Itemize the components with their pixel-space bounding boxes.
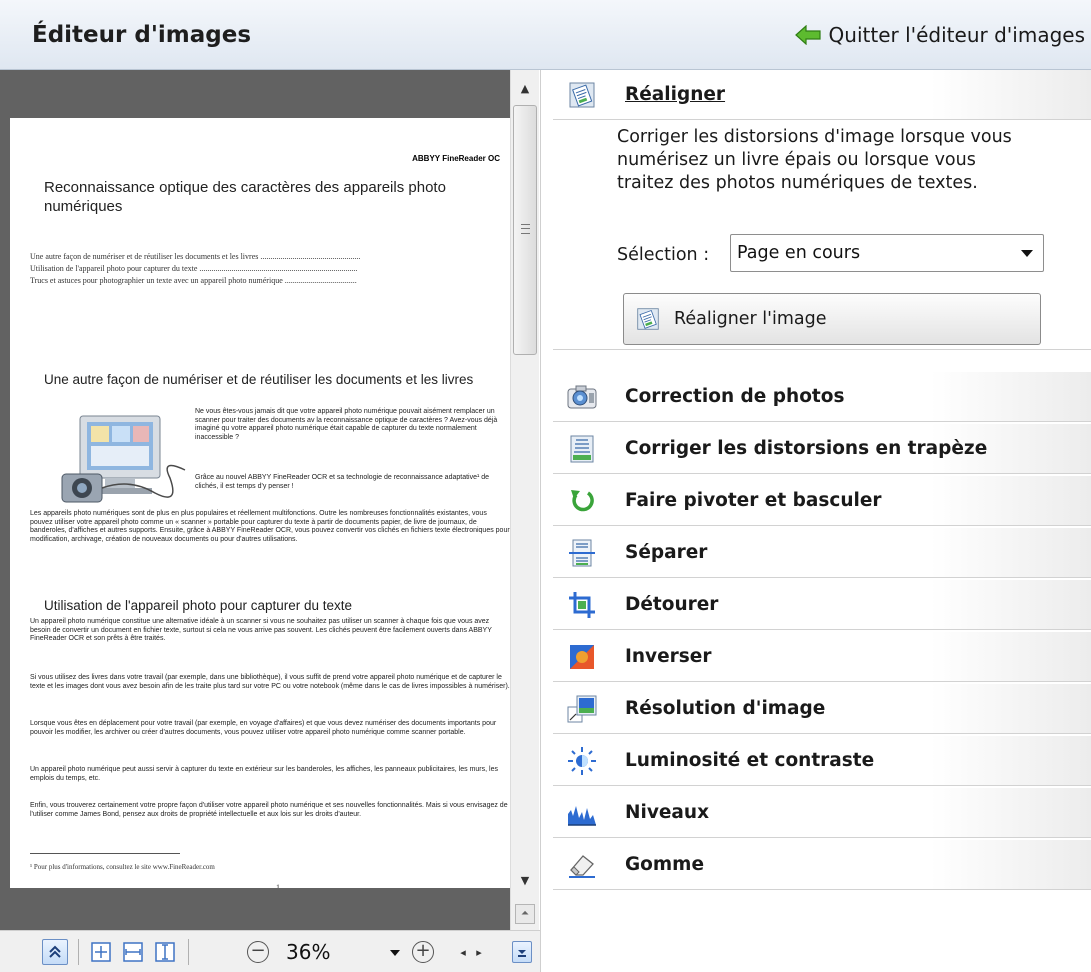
scroll-down-arrow-icon[interactable]: ▼: [511, 870, 539, 890]
section-label: Détourer: [625, 594, 719, 615]
previous-page-button[interactable]: ⏶: [515, 904, 535, 924]
page-preview[interactable]: ABBYY FineReader OC Reconnaissance optiq…: [0, 70, 510, 930]
rotate-icon: [567, 487, 597, 515]
scroll-up-arrow-icon[interactable]: ▲: [511, 78, 539, 98]
paragraph: Un appareil photo numérique constitue un…: [30, 618, 492, 642]
camera-computer-illustration: [61, 415, 186, 503]
crop-icon: [567, 591, 597, 619]
section-rotate-flip[interactable]: Faire pivoter et basculer: [553, 476, 1091, 526]
section-label: Niveaux: [625, 802, 710, 823]
section-realign-header[interactable]: Réaligner: [553, 70, 1091, 120]
realign-panel-body: Corriger les distorsions d'image lorsque…: [553, 120, 1091, 350]
plus-icon: +: [412, 941, 434, 963]
section-label: Corriger les distorsions en trapèze: [625, 438, 988, 459]
table-of-contents: Une autre façon de numériser et de réuti…: [30, 251, 500, 287]
levels-icon: [567, 799, 597, 827]
page-number: 1: [276, 883, 280, 888]
section-label: Faire pivoter et basculer: [625, 490, 882, 511]
toolbar-separator: [188, 939, 189, 965]
scroll-right-button[interactable]: ▸: [472, 939, 486, 965]
toc-entry: Une autre façon de numériser et de réuti…: [30, 252, 361, 261]
editor-header: Éditeur d'images Quitter l'éditeur d'ima…: [0, 0, 1091, 70]
paragraph: Un appareil photo numérique peut aussi s…: [30, 766, 498, 782]
deskew-icon: [637, 308, 659, 330]
section-label: Inverser: [625, 646, 712, 667]
paragraph: Ne vous êtes-vous jamais dit que votre a…: [195, 408, 498, 441]
section-brightness-contrast[interactable]: Luminosité et contraste: [553, 736, 1091, 786]
section-levels[interactable]: Niveaux: [553, 788, 1091, 838]
split-icon: [567, 539, 597, 567]
page-title: Éditeur d'images: [32, 22, 252, 48]
preview-scrollbar[interactable]: ▲ ▼ ⏶: [510, 70, 539, 930]
section-crop[interactable]: Détourer: [553, 580, 1091, 630]
paragraph: Lorsque vous êtes en déplacement pour vo…: [30, 720, 497, 736]
minus-icon: −: [247, 941, 269, 963]
zoom-value: 36%: [286, 940, 331, 964]
grip-icon: [521, 224, 530, 234]
toc-entry: Trucs et astuces pour photographier un t…: [30, 276, 357, 285]
footnote-divider: [30, 853, 180, 854]
footnote: ¹ Pour plus d'informations, consultez le…: [30, 863, 215, 871]
section-label: Résolution d'image: [625, 698, 826, 719]
preview-toolbar: − 36% + ◂ ▸: [0, 930, 540, 972]
paragraph: Les appareils photo numériques sont de p…: [30, 510, 510, 543]
realign-description: Corriger les distorsions d'image lorsque…: [617, 127, 1012, 193]
resolution-icon: [567, 695, 597, 723]
deskew-icon: [567, 81, 597, 109]
invert-icon: [567, 643, 597, 671]
section-label: Luminosité et contraste: [625, 750, 875, 771]
section-label: Correction de photos: [625, 386, 845, 407]
section-heading: Utilisation de l'appareil photo pour cap…: [44, 598, 353, 613]
double-chevron-up-icon: [49, 945, 61, 958]
zoom-select[interactable]: 36%: [282, 938, 400, 966]
next-page-icon: [518, 950, 526, 957]
section-title: Réaligner: [625, 84, 726, 105]
back-arrow-icon: [794, 25, 821, 45]
document-title: Reconnaissance optique des caractères de…: [44, 179, 446, 215]
camera-icon: [567, 383, 597, 411]
zoom-out-button[interactable]: −: [245, 939, 271, 965]
realign-image-label: Réaligner l'image: [674, 309, 827, 329]
fit-width-button[interactable]: [120, 939, 146, 965]
section-label: Séparer: [625, 542, 708, 563]
next-page-button[interactable]: [512, 941, 532, 963]
chevron-down-icon: [390, 950, 400, 956]
section-photo-correction[interactable]: Correction de photos: [553, 372, 1091, 422]
selection-value: Page en cours: [737, 243, 861, 263]
toc-entry: Utilisation de l'appareil photo pour cap…: [30, 264, 358, 273]
paragraph: Si vous utilisez des livres dans votre t…: [30, 674, 510, 690]
section-eraser[interactable]: Gomme: [553, 840, 1091, 890]
paragraph: Enfin, vous trouverez certainement votre…: [30, 802, 508, 818]
document-page: ABBYY FineReader OC Reconnaissance optiq…: [10, 118, 510, 888]
fit-width-icon: [123, 942, 143, 962]
selection-label: Sélection :: [617, 245, 710, 265]
section-split[interactable]: Séparer: [553, 528, 1091, 578]
fit-page-icon: [91, 942, 111, 962]
section-label: Gomme: [625, 854, 704, 875]
toolbar-separator: [78, 939, 79, 965]
scrollbar-thumb[interactable]: [513, 105, 537, 355]
zoom-in-button[interactable]: +: [410, 939, 436, 965]
collapse-toolbar-button[interactable]: [42, 939, 68, 965]
section-trapezoid-correction[interactable]: Corriger les distorsions en trapèze: [553, 424, 1091, 474]
section-heading: Une autre façon de numériser et de réuti…: [44, 372, 474, 387]
paragraph: Grâce au nouvel ABBYY FineReader OCR et …: [195, 474, 490, 490]
selection-dropdown[interactable]: Page en cours: [730, 234, 1044, 272]
chevron-down-icon: [1021, 250, 1033, 257]
trapezoid-icon: [567, 435, 597, 463]
eraser-icon: [567, 851, 597, 879]
fit-page-button[interactable]: [88, 939, 114, 965]
realign-image-button[interactable]: Réaligner l'image: [623, 293, 1041, 345]
fit-height-icon: [155, 942, 175, 962]
section-resolution[interactable]: Résolution d'image: [553, 684, 1091, 734]
tools-panel: Réaligner Corriger les distorsions d'ima…: [540, 70, 1091, 972]
quit-editor-button[interactable]: Quitter l'éditeur d'images: [794, 23, 1085, 47]
brightness-icon: [567, 747, 597, 775]
scroll-left-button[interactable]: ◂: [456, 939, 470, 965]
quit-editor-label: Quitter l'éditeur d'images: [828, 23, 1085, 47]
running-head: ABBYY FineReader OC: [412, 154, 500, 163]
fit-height-button[interactable]: [152, 939, 178, 965]
section-invert[interactable]: Inverser: [553, 632, 1091, 682]
